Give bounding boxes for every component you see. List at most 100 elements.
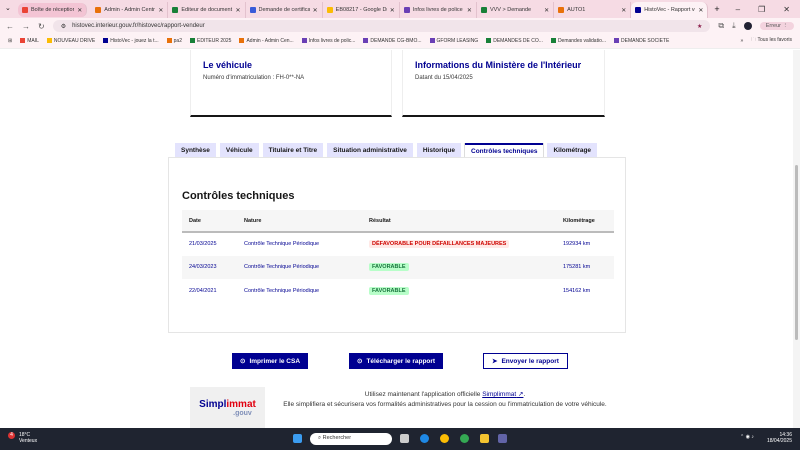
weather-widget[interactable]: 4 18°C Venteux	[8, 432, 37, 444]
bookmark-favicon-icon	[550, 38, 556, 44]
new-tab-button[interactable]: +	[708, 4, 725, 18]
minimize-icon[interactable]: –	[736, 5, 740, 14]
bookmark-favicon-icon	[239, 38, 245, 44]
close-tab-icon[interactable]: ✕	[621, 7, 626, 14]
bookmark-item[interactable]: DEMANDE SOCIETE	[614, 38, 669, 44]
card-text: Numéro d'immatriculation : FH-0**-NA	[203, 75, 305, 81]
browser-tab[interactable]: Admin - Admin Centr ✕	[91, 2, 169, 18]
browser-tab[interactable]: VVV > Demande ✕	[477, 2, 555, 18]
bookmark-favicon-icon	[614, 38, 620, 44]
tab-1[interactable]: Véhicule	[219, 143, 259, 157]
reload-icon[interactable]: ↻	[38, 22, 45, 31]
favicon-icon	[249, 7, 256, 13]
edge-icon[interactable]	[420, 434, 429, 443]
bookmark-star-icon[interactable]: ★	[697, 23, 702, 30]
tab-2[interactable]: Titulaire et Titre	[262, 143, 324, 157]
tab-0[interactable]: Synthèse	[175, 143, 216, 157]
browser-tab[interactable]: Boîte de réception (2)✕	[18, 3, 88, 17]
maximize-icon[interactable]: ❐	[758, 5, 765, 14]
status-badge: FAVORABLE	[369, 263, 409, 272]
forward-icon[interactable]: →	[22, 22, 30, 31]
apps-icon[interactable]: ⊞	[8, 38, 12, 44]
bookmark-item[interactable]: pa2	[166, 38, 182, 44]
chrome-icon[interactable]	[440, 434, 449, 443]
close-tab-icon[interactable]: ✕	[544, 7, 549, 14]
favicon-icon	[403, 7, 410, 13]
file-explorer-icon[interactable]	[480, 434, 489, 443]
taskbar-search[interactable]: ⌕ Rechercher	[310, 433, 392, 445]
chrome-profile-icon[interactable]	[460, 434, 469, 443]
close-tab-icon[interactable]: ✕	[390, 7, 395, 14]
favicon-icon	[635, 7, 642, 13]
tab-6[interactable]: Kilométrage	[547, 143, 598, 157]
bookmark-item[interactable]: NOUVEAU DRIVE	[46, 38, 95, 44]
system-tray-icons[interactable]: ⌃ ◉ ♪	[740, 434, 754, 440]
site-info-icon[interactable]: ⚙	[61, 23, 66, 30]
col-result: Résultat	[362, 210, 556, 233]
bookmark-item[interactable]: Infos livres de polic...	[301, 38, 355, 44]
table-row: 24/03/2023 Contrôle Technique Périodique…	[182, 255, 614, 279]
teams-icon[interactable]	[498, 434, 507, 443]
bookmark-item[interactable]: HistoVec - jouez la t...	[103, 38, 159, 44]
address-bar-row: ← → ↻ ⚙ histovec.interieur.gouv.fr/histov…	[0, 18, 800, 34]
favicon-icon	[95, 7, 102, 13]
close-tab-icon[interactable]: ✕	[467, 7, 472, 14]
close-tab-icon[interactable]: ✕	[236, 7, 241, 14]
tab-4[interactable]: Historique	[416, 143, 462, 157]
tab-3[interactable]: Situation administrative	[327, 143, 413, 157]
favicon-icon	[480, 7, 487, 13]
download-icon[interactable]: ⤓	[732, 21, 736, 31]
browser-tab[interactable]: Demande de certificat ✕	[246, 2, 323, 18]
close-tab-icon[interactable]: ✕	[158, 7, 163, 14]
section-title: Contrôles techniques	[182, 190, 295, 202]
send-report-button[interactable]: ➤ Envoyer le rapport	[483, 353, 568, 369]
print-csa-button[interactable]: ⊙ Imprimer le CSA	[232, 353, 309, 369]
controles-table: Date Nature Résultat Kilométrage 21/03/2…	[182, 210, 614, 303]
download-icon: ⊙	[357, 358, 363, 365]
bookmark-item[interactable]: MAIL	[20, 38, 39, 44]
all-bookmarks[interactable]: 🗀 Tous les favoris	[751, 37, 792, 45]
bookmark-item[interactable]: DEMANDES DE CO...	[486, 38, 543, 44]
tab-search-icon[interactable]: ⌄	[5, 4, 11, 12]
print-icon: ⊙	[240, 358, 246, 365]
report-tabs: Synthèse Véhicule Titulaire et Titre Situat…	[175, 143, 598, 158]
bookmark-item[interactable]: GFORM LEASING	[429, 38, 478, 44]
task-view-icon[interactable]	[400, 434, 409, 443]
bookmark-item[interactable]: EDITEUR 2025	[189, 38, 231, 44]
browser-tab-bar: ⌄ Boîte de réception (2)✕Admin - Admin Ce…	[0, 0, 800, 18]
cell-km: 192934 km	[563, 241, 591, 248]
browser-tab[interactable]: Infos livres de police ✕	[400, 2, 477, 18]
extensions-icon[interactable]: ⧉	[718, 21, 724, 31]
bookmark-item[interactable]: DEMANDE CG-BMO...	[363, 38, 422, 44]
card-title: Le véhicule	[203, 60, 253, 70]
favicon-icon	[558, 7, 565, 13]
tab-5[interactable]: Contrôles techniques	[465, 143, 544, 158]
url-input[interactable]: ⚙ histovec.interieur.gouv.fr/histovec/rap…	[52, 20, 711, 32]
close-tab-icon[interactable]: ✕	[313, 7, 318, 14]
page-scrollbar[interactable]	[793, 50, 800, 428]
windows-start-icon[interactable]	[293, 434, 302, 443]
card-text: Datant du 15/04/2025	[415, 75, 473, 81]
bookmark-favicon-icon	[301, 38, 307, 44]
browser-tab[interactable]: EB08217 - Google Dr ✕	[323, 2, 400, 18]
close-tab-icon[interactable]: ✕	[698, 7, 703, 14]
close-window-icon[interactable]: ✕	[783, 5, 790, 14]
close-tab-icon[interactable]: ✕	[77, 7, 82, 14]
bookmarks-bar: ⊞ MAIL NOUVEAU DRIVE HistoVec - jouez la t.…	[0, 34, 800, 49]
simplimmat-link[interactable]: Simplimmat ↗	[482, 391, 523, 398]
bookmark-item[interactable]: Admin - Admin Cen...	[239, 38, 294, 44]
bookmark-item[interactable]: Demandes validatio...	[550, 38, 606, 44]
clock[interactable]: 14:36 18/04/2025	[767, 432, 792, 444]
table-row: 21/03/2025 Contrôle Technique Périodique…	[182, 232, 614, 256]
cell-km: 175281 km	[556, 255, 614, 279]
profile-error-button[interactable]: Erreur ⋮	[759, 22, 794, 30]
browser-tab[interactable]: Éditeur de document ✕	[168, 2, 246, 18]
col-nature: Nature	[237, 210, 362, 233]
download-report-button[interactable]: ⊙ Télécharger le rapport	[349, 353, 444, 369]
more-bookmarks-icon[interactable]: »	[740, 38, 743, 44]
browser-tab[interactable]: HistoVec - Rapport ve ✕	[631, 2, 709, 18]
simplimmat-logo: Simplimmat .gouv	[190, 387, 265, 428]
browser-tab[interactable]: AUTO1 ✕	[554, 2, 632, 18]
avatar[interactable]	[743, 22, 752, 30]
back-icon[interactable]: ←	[6, 22, 14, 31]
